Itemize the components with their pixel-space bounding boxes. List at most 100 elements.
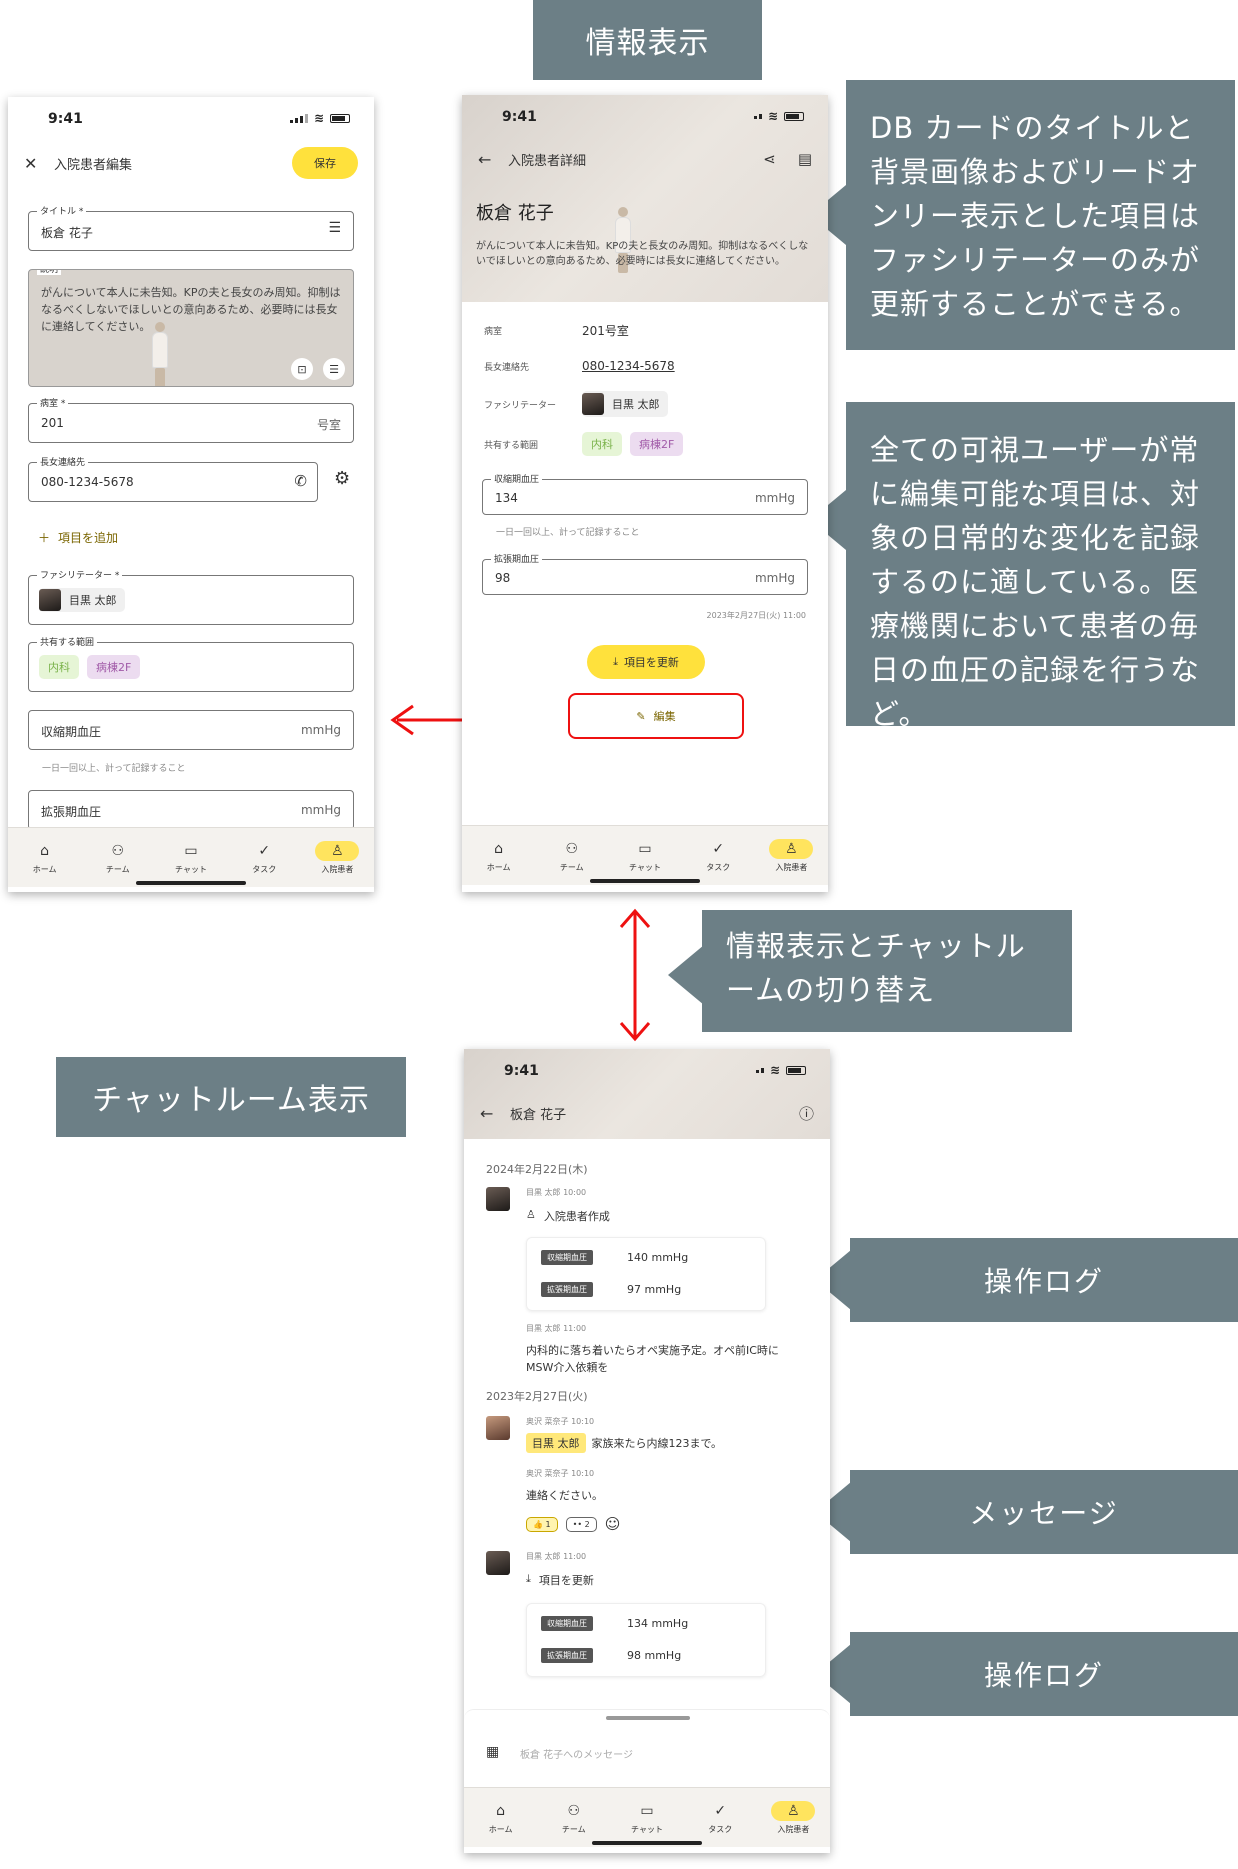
reaction-thumbs-up[interactable]: 👍 1 xyxy=(526,1516,558,1532)
systolic-field[interactable]: 収縮期血圧 mmHg xyxy=(28,710,354,750)
status-time: 9:41 xyxy=(48,111,83,127)
unit-label: mmHg xyxy=(300,803,341,817)
field-label: 説明 xyxy=(37,270,62,275)
room-field[interactable]: 病室 * 201 号室 xyxy=(28,396,354,443)
field-label: 共有する範囲 xyxy=(37,635,98,648)
nav-home[interactable]: ⌂ ホーム xyxy=(462,826,535,885)
image-select-icon[interactable]: ⊡ xyxy=(291,358,313,380)
message-meta: 奥沢 菜奈子 10:10 xyxy=(526,1469,595,1478)
status-bar: 9:41 ≋ xyxy=(464,1049,830,1089)
message-input[interactable]: 板倉 花子へのメッセージ xyxy=(520,1746,633,1761)
add-item-label: 項目を追加 xyxy=(58,531,119,545)
task-icon: ✓ xyxy=(258,842,271,859)
message-meta: 奥沢 菜奈子 10:10 xyxy=(526,1417,595,1426)
log-card: 収縮期血圧 140 mmHg 拡張期血圧 97 mmHg xyxy=(526,1237,766,1311)
signal-icon xyxy=(755,1067,764,1073)
info-icon[interactable]: ⓘ xyxy=(799,1103,814,1124)
nav-team[interactable]: ⚇ チーム xyxy=(81,828,154,887)
avatar xyxy=(582,393,604,415)
nav-team[interactable]: ⚇ チーム xyxy=(535,826,608,885)
phone-icon[interactable]: ✆ xyxy=(294,472,307,490)
avatar xyxy=(486,1416,510,1440)
systolic-field[interactable]: 収縮期血圧 134 mmHg xyxy=(482,472,808,515)
diastolic-field[interactable]: 拡張期血圧 mmHg xyxy=(28,790,354,830)
nav-chat[interactable]: ▭ チャット xyxy=(154,828,227,887)
field-label: ファシリテーター * xyxy=(37,568,123,581)
edit-button[interactable]: ✎ 編集 xyxy=(568,693,744,739)
task-icon: ✓ xyxy=(714,1802,727,1819)
contact-link[interactable]: 080-1234-5678 xyxy=(582,359,675,373)
contact-field[interactable]: 長女連絡先 080-1234-5678 ✆ xyxy=(28,455,318,502)
back-arrow-icon[interactable]: ← xyxy=(480,1104,504,1123)
inpatient-icon: ♙ xyxy=(315,840,360,861)
systolic-value: 134 xyxy=(495,491,518,505)
scope-chip: 内科 xyxy=(39,655,79,679)
field-tag: 収縮期血圧 xyxy=(541,1616,593,1631)
battery-icon xyxy=(330,113,350,123)
status-time: 9:41 xyxy=(502,109,537,125)
log-action: 入院患者作成 xyxy=(543,1210,610,1223)
unit-label: mmHg xyxy=(754,491,795,505)
text-format-icon[interactable]: ☰ xyxy=(328,220,341,236)
chat-icon: ▭ xyxy=(638,840,652,857)
nav-task[interactable]: ✓ タスク xyxy=(684,1788,757,1847)
scope-chip: 病棟2F xyxy=(630,432,684,456)
home-icon: ⌂ xyxy=(494,840,504,857)
nav-home[interactable]: ⌂ ホーム xyxy=(8,828,81,887)
mention-chip[interactable]: 目黒 太郎 xyxy=(526,1433,586,1453)
facilitator-field[interactable]: ファシリテーター * 目黒 太郎 xyxy=(28,568,354,625)
reaction-eyes[interactable]: •• 2 xyxy=(565,1516,597,1532)
field-tag: 収縮期血圧 xyxy=(541,1250,593,1265)
field-label: タイトル * xyxy=(37,204,87,217)
unit-label: mmHg xyxy=(754,571,795,585)
room-label: 病室 xyxy=(484,326,503,337)
field-label: 収縮期血圧 xyxy=(491,472,543,485)
attach-icon[interactable]: ▦ xyxy=(486,1744,499,1760)
plus-icon: ＋ xyxy=(38,531,51,545)
field-label: 病室 * xyxy=(37,396,69,409)
close-icon[interactable]: ✕ xyxy=(24,154,48,173)
field-tag: 拡張期血圧 xyxy=(541,1648,593,1663)
note-editable-items: 全ての可視ユーザーが常に編集可能な項目は、対象の日常的な変化を記録するのに適して… xyxy=(846,402,1235,731)
share-icon[interactable]: ⋖ xyxy=(763,150,776,168)
update-items-button[interactable]: ⤓ 項目を更新 xyxy=(587,645,705,679)
nav-chat[interactable]: ▭ チャット xyxy=(608,826,681,885)
avatar xyxy=(486,1551,510,1575)
nav-inpatient[interactable]: ♙ 入院患者 xyxy=(757,1788,830,1847)
chat-title: 板倉 花子 xyxy=(510,1107,567,1123)
text-format-icon[interactable]: ☰ xyxy=(323,358,345,380)
nav-inpatient[interactable]: ♙ 入院患者 xyxy=(755,826,828,885)
add-item-button[interactable]: ＋ 項目を追加 xyxy=(38,529,118,546)
message-meta: 目黒 太郎 11:00 xyxy=(526,1552,587,1561)
title-field[interactable]: タイトル * 板倉 花子 ☰ xyxy=(28,204,354,251)
nav-task[interactable]: ✓ タスク xyxy=(682,826,755,885)
status-bar: 9:41 ≋ xyxy=(462,95,828,135)
contact-value: 080-1234-5678 xyxy=(41,475,134,489)
scope-field[interactable]: 共有する範囲 内科 病棟2F xyxy=(28,635,354,692)
description-field[interactable]: 説明 がんについて本人に未告知。KPの夫と長女のみ周知。抑制はなるべくしないでほ… xyxy=(28,269,354,387)
nav-inpatient[interactable]: ♙ 入院患者 xyxy=(301,828,374,887)
chat-room-icon[interactable]: ▤ xyxy=(798,150,812,168)
edit-screen: 9:41 ≋ ✕ 入院患者編集 保存 タイトル * 板倉 花子 ☰ 説明 がんに… xyxy=(8,97,374,892)
back-arrow-icon[interactable]: ← xyxy=(478,150,502,169)
message-composer: ▦ 板倉 花子へのメッセージ xyxy=(464,1709,830,1785)
add-reaction-icon[interactable]: ☺ xyxy=(605,1515,621,1533)
nav-home[interactable]: ⌂ ホーム xyxy=(464,1788,537,1847)
message-text: 連絡ください。 xyxy=(526,1489,603,1502)
bottom-nav: ⌂ ホーム ⚇ チーム ▭ チャット ✓ タスク ♙ 入院患者 xyxy=(464,1787,830,1847)
arrow-switch xyxy=(619,908,651,1042)
nav-team[interactable]: ⚇ チーム xyxy=(537,1788,610,1847)
inpatient-icon: ♙ xyxy=(769,838,814,859)
nav-task[interactable]: ✓ タスク xyxy=(228,828,301,887)
settings-icon[interactable]: ⚙ xyxy=(334,468,350,489)
title-value: 板倉 花子 xyxy=(41,226,93,240)
date-separator: 2023年2月27日(火) xyxy=(486,1390,588,1403)
update-timestamp: 2023年2月27日(火) 11:00 xyxy=(706,611,806,620)
nav-chat[interactable]: ▭ チャット xyxy=(610,1788,683,1847)
note-pointer xyxy=(668,945,704,1005)
field-value: 98 mmHg xyxy=(627,1649,682,1662)
log-action: 項目を更新 xyxy=(538,1574,594,1587)
message-text: 内科的に落ち着いたらオペ実施予定。オペ前IC時にMSW介入依頼を xyxy=(526,1344,779,1374)
save-button[interactable]: 保存 xyxy=(292,147,358,179)
diastolic-field[interactable]: 拡張期血圧 98 mmHg xyxy=(482,552,808,595)
